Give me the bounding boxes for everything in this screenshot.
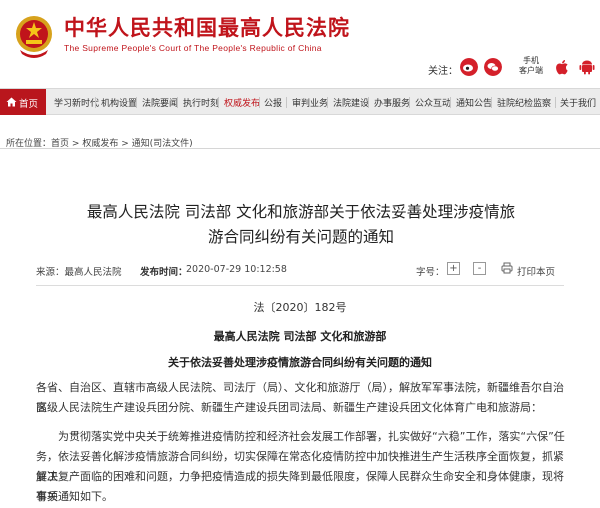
- nav-divider: [95, 97, 96, 108]
- nav-divider: [327, 97, 328, 108]
- print-page-link[interactable]: 打印本页: [517, 264, 555, 278]
- nav-divider: [259, 97, 260, 108]
- site-title[interactable]: 中华人民共和国最高人民法院: [64, 12, 350, 42]
- nav-divider: [450, 97, 451, 108]
- font-decrease-button[interactable]: -: [473, 262, 486, 275]
- breadcrumb-prefix: 所在位置：: [6, 139, 52, 149]
- nav-item-discipline[interactable]: 驻院纪检监察: [497, 96, 551, 109]
- android-icon[interactable]: [578, 58, 596, 76]
- site-header: 中华人民共和国最高人民法院 The Supreme People's Court…: [0, 0, 600, 88]
- printer-icon[interactable]: [501, 262, 513, 274]
- article-title-line2: 游合同纠纷有关问题的通知: [207, 228, 394, 246]
- font-size-label: 字号：: [416, 267, 445, 278]
- article-source: 来源：最高人民法院: [36, 267, 122, 278]
- nav-home-label: 首页: [19, 99, 39, 110]
- nav-item-court-news[interactable]: 法院要闻: [142, 96, 178, 109]
- nav-item-public-interaction[interactable]: 公众互动: [415, 96, 451, 109]
- breadcrumb-separator: >: [71, 139, 80, 149]
- body-paragraph-line: 事项通知如下。: [36, 490, 113, 503]
- home-icon: [6, 97, 17, 107]
- wechat-icon[interactable]: [484, 58, 502, 76]
- nav-divider: [409, 97, 410, 108]
- nav-divider: [368, 97, 369, 108]
- notice-title: 关于依法妥善处理涉疫情旅游合同纠纷有关问题的通知: [168, 356, 432, 369]
- body-paragraph-line: 为贯彻落实党中央关于统筹推进疫情防控和经济社会发展工作部署，扎实做好“六稳”工作…: [58, 430, 565, 443]
- breadcrumb-item-home[interactable]: 首页: [51, 139, 69, 149]
- article-title-line1: 最高人民法院 司法部 文化和旅游部关于依法妥善处理涉疫情旅: [86, 203, 516, 221]
- nav-divider: [491, 97, 492, 108]
- nav-item-court-construction[interactable]: 法院建设: [333, 96, 369, 109]
- breadcrumb-bar: 所在位置：首页 > 权威发布 > 通知(司法文件): [0, 115, 600, 149]
- breadcrumb: 所在位置：首页 > 权威发布 > 通知(司法文件): [6, 136, 193, 149]
- weibo-icon[interactable]: [460, 58, 478, 76]
- breadcrumb-item-release[interactable]: 权威发布: [82, 139, 118, 149]
- main-nav: 首页 学习新时代 机构设置 法院要闻 执行时刻 权威发布 公报 审判业务 法院建…: [0, 88, 600, 115]
- nav-divider: [218, 97, 219, 108]
- meta-divider: [36, 285, 564, 286]
- addressee-line: 高级人民法院生产建设兵团分院、新疆生产建设兵团司法局、新疆生产建设兵团文化体育广…: [36, 401, 542, 414]
- nav-item-gazette[interactable]: 公报: [264, 96, 282, 109]
- breadcrumb-separator: >: [121, 139, 129, 149]
- issuing-authorities: 最高人民法院 司法部 文化和旅游部: [213, 330, 387, 343]
- mobile-client-link[interactable]: 手机 客户端: [516, 56, 546, 76]
- apple-icon[interactable]: [554, 58, 572, 76]
- nav-item-organization[interactable]: 机构设置: [101, 96, 137, 109]
- breadcrumb-item-current[interactable]: 通知(司法文件): [132, 139, 193, 149]
- document-number: 法〔2020〕182号: [253, 301, 347, 314]
- font-increase-button[interactable]: +: [447, 262, 460, 275]
- publish-time: 2020-07-29 10:12:58: [186, 264, 287, 275]
- nav-item-services[interactable]: 办事服务: [374, 96, 410, 109]
- publish-time-label: 发布时间：: [140, 267, 188, 278]
- nav-item-about-us[interactable]: 关于我们: [560, 96, 596, 109]
- nav-divider: [136, 97, 137, 108]
- nav-divider: [555, 97, 556, 108]
- site-subtitle: The Supreme People's Court of The People…: [64, 43, 322, 53]
- nav-item-trial-business[interactable]: 审判业务: [292, 96, 328, 109]
- national-emblem-icon[interactable]: [14, 14, 54, 60]
- nav-divider: [286, 97, 287, 108]
- nav-divider: [177, 97, 178, 108]
- nav-item-notices[interactable]: 通知公告: [456, 96, 492, 109]
- nav-item-study[interactable]: 学习新时代: [54, 96, 99, 109]
- nav-item-enforcement[interactable]: 执行时刻: [183, 96, 219, 109]
- nav-item-authoritative-release[interactable]: 权威发布: [224, 96, 260, 109]
- nav-home[interactable]: 首页: [0, 89, 46, 115]
- follow-label: 关注：: [428, 66, 458, 77]
